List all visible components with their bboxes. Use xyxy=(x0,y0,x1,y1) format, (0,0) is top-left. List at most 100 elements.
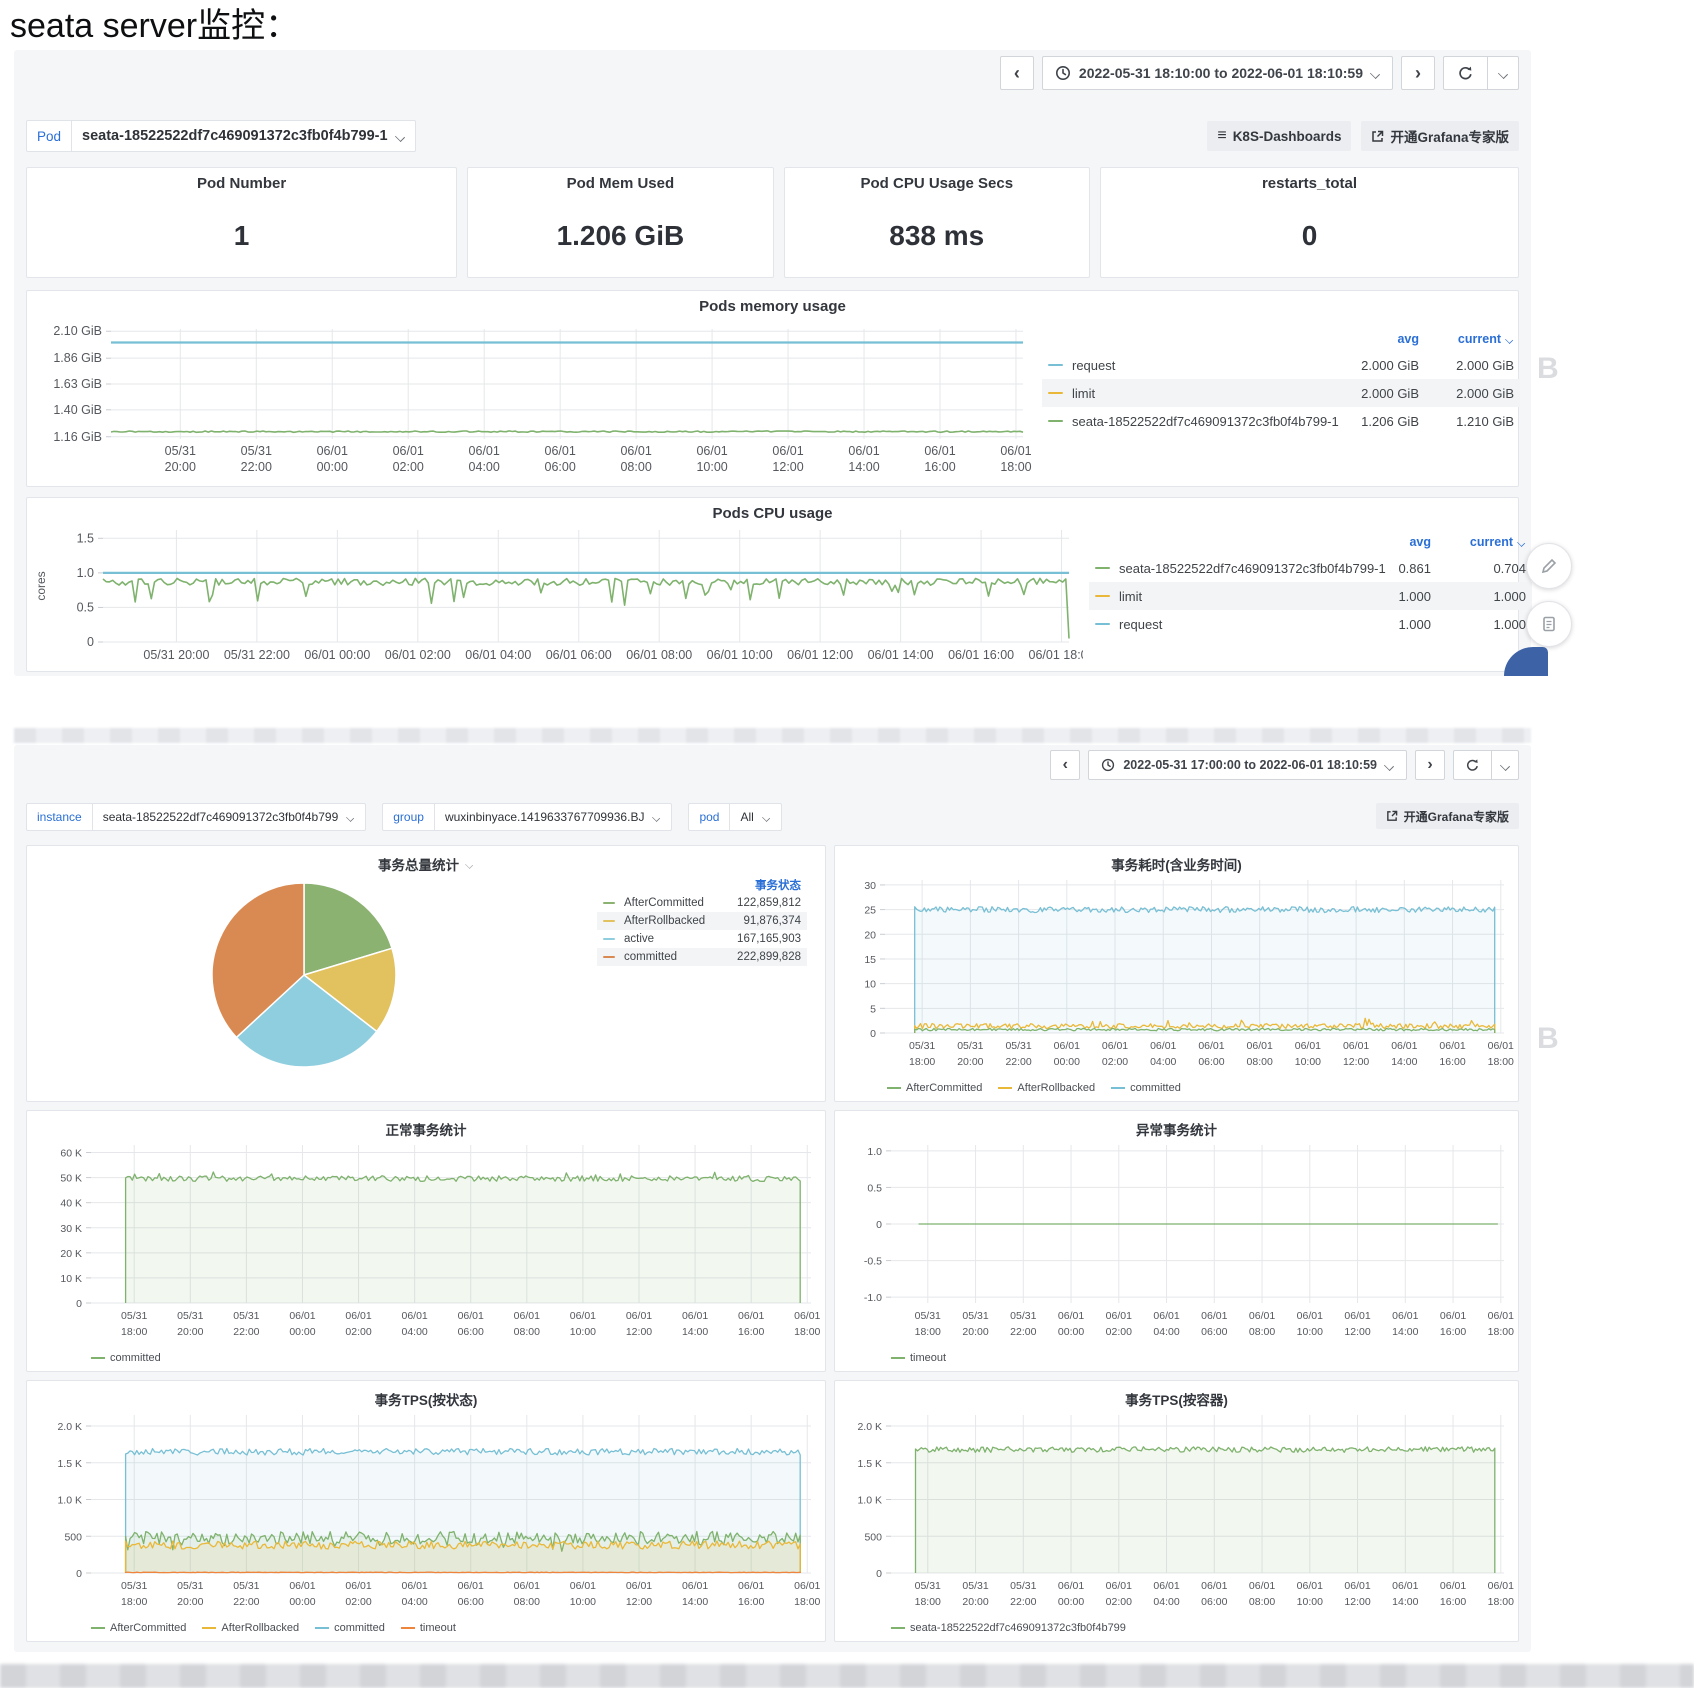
svg-text:0: 0 xyxy=(76,1298,82,1310)
refresh-button[interactable] xyxy=(1444,57,1488,89)
svg-text:18:00: 18:00 xyxy=(1488,1596,1514,1608)
transaction-pie-chart xyxy=(209,880,399,1070)
stat-panel: Pod Number1 xyxy=(26,167,457,278)
svg-text:06/01: 06/01 xyxy=(1392,1310,1418,1322)
svg-text:06/01: 06/01 xyxy=(738,1580,764,1592)
svg-text:06/01 02:00: 06/01 02:00 xyxy=(385,648,451,662)
tps-by-container-chart: 2.0 K1.5 K1.0 K500005/3118:0005/3120:000… xyxy=(839,1407,1516,1617)
legend-item[interactable]: AfterRollbacked xyxy=(202,1622,299,1634)
svg-text:06/01: 06/01 xyxy=(1488,1580,1514,1592)
legend-sort-avg[interactable]: avg xyxy=(1324,332,1419,346)
grafana-upgrade-link[interactable]: 开通Grafana专家版 xyxy=(1361,121,1519,151)
panel-title[interactable]: 正常事务统计 xyxy=(27,1111,825,1139)
panel-title[interactable]: 异常事务统计 xyxy=(835,1111,1518,1139)
legend-row[interactable]: AfterCommitted122,859,812 xyxy=(597,894,807,912)
time-back-button[interactable]: ‹ xyxy=(1050,750,1080,780)
svg-text:10: 10 xyxy=(864,979,876,991)
svg-text:04:00: 04:00 xyxy=(1153,1596,1179,1608)
legend-item[interactable]: committed xyxy=(315,1622,385,1634)
panel-title[interactable]: Pods memory usage xyxy=(27,291,1518,315)
panel-title[interactable]: 事务总量统计 xyxy=(27,846,825,874)
legend-item[interactable]: AfterCommitted xyxy=(887,1082,982,1094)
svg-text:06:00: 06:00 xyxy=(1198,1056,1224,1068)
normal-transactions-chart: 60 K50 K40 K30 K20 K10 K005/3118:0005/31… xyxy=(31,1137,823,1347)
panel-title[interactable]: Pods CPU usage xyxy=(27,498,1518,522)
panel-title[interactable]: 事务TPS(按状态) xyxy=(27,1381,825,1409)
bottom-blurred-strip xyxy=(0,1664,1694,1688)
svg-text:1.5: 1.5 xyxy=(77,531,94,545)
variable-select[interactable]: seata-18522522df7c469091372c3fb0f4b799 xyxy=(93,803,367,831)
legend-row[interactable]: request2.000 GiB2.000 GiB xyxy=(1042,351,1520,379)
legend-sort-current[interactable]: current xyxy=(1431,535,1526,549)
stat-title: Pod Number xyxy=(27,168,456,192)
svg-text:06/01: 06/01 xyxy=(620,444,651,458)
refresh-interval-dropdown[interactable] xyxy=(1488,57,1518,89)
annotate-float-button[interactable] xyxy=(1526,543,1572,589)
chevron-down-icon xyxy=(1371,69,1380,78)
svg-text:06/01 04:00: 06/01 04:00 xyxy=(465,648,531,662)
svg-text:06/01: 06/01 xyxy=(1106,1580,1132,1592)
chevron-down-icon xyxy=(1385,761,1394,770)
stat-panel: Pod Mem Used1.206 GiB xyxy=(467,167,773,278)
svg-text:05/31: 05/31 xyxy=(121,1580,147,1592)
series-color xyxy=(1048,364,1063,366)
svg-text:06/01: 06/01 xyxy=(289,1580,315,1592)
legend-row[interactable]: AfterRollbacked91,876,374 xyxy=(597,912,807,930)
svg-text:04:00: 04:00 xyxy=(469,460,500,474)
svg-text:2.0 K: 2.0 K xyxy=(857,1421,882,1433)
svg-text:12:00: 12:00 xyxy=(1343,1056,1369,1068)
svg-text:06/01: 06/01 xyxy=(1440,1310,1466,1322)
svg-text:10:00: 10:00 xyxy=(570,1596,596,1608)
pod-variable-select[interactable]: seata-18522522df7c469091372c3fb0f4b799-1 xyxy=(72,120,416,152)
svg-text:06/01: 06/01 xyxy=(570,1580,596,1592)
k8s-dashboards-button[interactable]: ≡K8S-Dashboards xyxy=(1207,121,1351,151)
svg-text:06/01: 06/01 xyxy=(1392,1580,1418,1592)
variable-select[interactable]: All xyxy=(730,803,781,831)
svg-text:1.0: 1.0 xyxy=(867,1146,882,1158)
legend-row[interactable]: active167,165,903 xyxy=(597,930,807,948)
legend-item[interactable]: AfterRollbacked xyxy=(998,1082,1095,1094)
refresh-button[interactable] xyxy=(1454,751,1492,779)
time-forward-button[interactable]: › xyxy=(1415,750,1445,780)
svg-text:00:00: 00:00 xyxy=(289,1326,315,1338)
svg-text:06/01: 06/01 xyxy=(345,1580,371,1592)
panel-title[interactable]: 事务TPS(按容器) xyxy=(835,1381,1518,1409)
legend-sort-current[interactable]: current xyxy=(1419,332,1514,346)
legend-header[interactable]: 事务状态 xyxy=(709,877,801,893)
legend-row[interactable]: seata-18522522df7c469091372c3fb0f4b799-1… xyxy=(1042,407,1520,435)
svg-text:02:00: 02:00 xyxy=(393,460,424,474)
legend-row[interactable]: limit1.0001.000 xyxy=(1089,582,1532,610)
legend-item[interactable]: committed xyxy=(1111,1082,1181,1094)
svg-text:06/01 18:00: 06/01 18:00 xyxy=(1029,648,1083,662)
svg-text:40 K: 40 K xyxy=(60,1198,82,1210)
time-range-button[interactable]: 2022-05-31 17:00:00 to 2022-06-01 18:10:… xyxy=(1088,750,1407,780)
variable-select[interactable]: wuxinbinyace.1419633767709936.BJ xyxy=(435,803,673,831)
legend-row[interactable]: seata-18522522df7c469091372c3fb0f4b799-1… xyxy=(1089,554,1532,582)
grafana-upgrade-link[interactable]: 开通Grafana专家版 xyxy=(1376,803,1519,829)
svg-text:14:00: 14:00 xyxy=(682,1326,708,1338)
refresh-interval-dropdown[interactable] xyxy=(1492,751,1518,779)
legend-row[interactable]: committed222,899,828 xyxy=(597,948,807,966)
svg-text:14:00: 14:00 xyxy=(1392,1596,1418,1608)
time-forward-button[interactable]: › xyxy=(1401,56,1435,90)
svg-text:06/01: 06/01 xyxy=(682,1310,708,1322)
time-range-button[interactable]: 2022-05-31 18:10:00 to 2022-06-01 18:10:… xyxy=(1042,56,1393,90)
legend-row[interactable]: limit2.000 GiB2.000 GiB xyxy=(1042,379,1520,407)
legend-item[interactable]: seata-18522522df7c469091372c3fb0f4b799 xyxy=(891,1622,1126,1634)
legend-item[interactable]: committed xyxy=(91,1352,161,1364)
series-color xyxy=(1048,392,1063,394)
legend-item[interactable]: timeout xyxy=(401,1622,456,1634)
legend-row[interactable]: request1.0001.000 xyxy=(1089,610,1532,638)
legend-item[interactable]: timeout xyxy=(891,1352,946,1364)
svg-text:1.86 GiB: 1.86 GiB xyxy=(53,351,102,365)
refresh-combo xyxy=(1453,750,1519,780)
svg-text:06/01: 06/01 xyxy=(393,444,424,458)
svg-text:05/31: 05/31 xyxy=(241,444,272,458)
legend-sort-avg[interactable]: avg xyxy=(1336,535,1431,549)
svg-text:06/01: 06/01 xyxy=(626,1310,652,1322)
panel-title[interactable]: 事务耗时(含业务时间) xyxy=(835,846,1518,874)
document-float-button[interactable] xyxy=(1526,601,1572,647)
time-back-button[interactable]: ‹ xyxy=(1000,56,1034,90)
svg-text:500: 500 xyxy=(64,1531,82,1543)
legend-item[interactable]: AfterCommitted xyxy=(91,1622,186,1634)
